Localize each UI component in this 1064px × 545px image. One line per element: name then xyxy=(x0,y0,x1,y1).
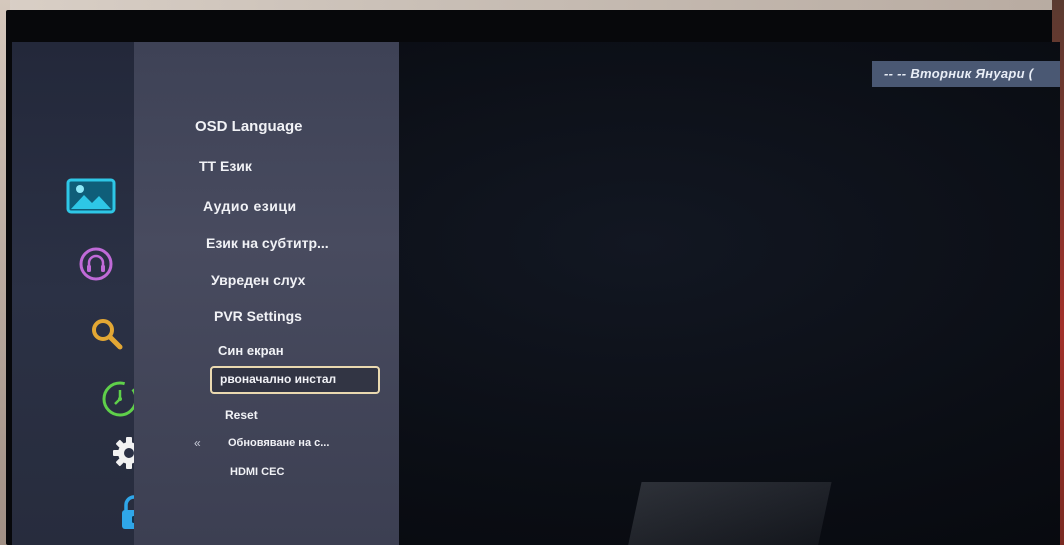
menu-item-subtitle-language[interactable]: Език на субтитр... xyxy=(206,235,329,251)
menu-item-reset[interactable]: Reset xyxy=(225,408,258,422)
screen-glare xyxy=(622,482,832,545)
category-sidebar xyxy=(12,42,146,545)
menu-item-software-update[interactable]: Обновяване на с... xyxy=(228,437,329,449)
menu-item-pvr-settings[interactable]: PVR Settings xyxy=(214,308,302,324)
date-time-bar: -- -- Вторник Януари ( xyxy=(872,61,1060,87)
menu-item-hdmi-cec[interactable]: HDMI CEC xyxy=(230,466,284,478)
menu-item-osd-language[interactable]: OSD Language xyxy=(195,118,303,135)
menu-item-tt-language[interactable]: TT Език xyxy=(199,158,252,174)
picture-icon[interactable] xyxy=(66,178,116,214)
menu-item-hearing-impaired[interactable]: Увреден слух xyxy=(211,272,305,288)
back-chevron-icon[interactable]: « xyxy=(194,436,201,450)
menu-item-audio-languages[interactable]: Аудио езици xyxy=(203,198,297,214)
menu-item-blue-screen[interactable]: Син екран xyxy=(218,343,284,358)
sound-icon[interactable] xyxy=(78,246,114,282)
tv-screen: OSD Language TT Език Аудио езици Език на… xyxy=(12,42,1060,545)
menu-item-first-installation[interactable]: рвоначално инстал xyxy=(220,372,336,386)
search-icon[interactable] xyxy=(90,317,124,351)
